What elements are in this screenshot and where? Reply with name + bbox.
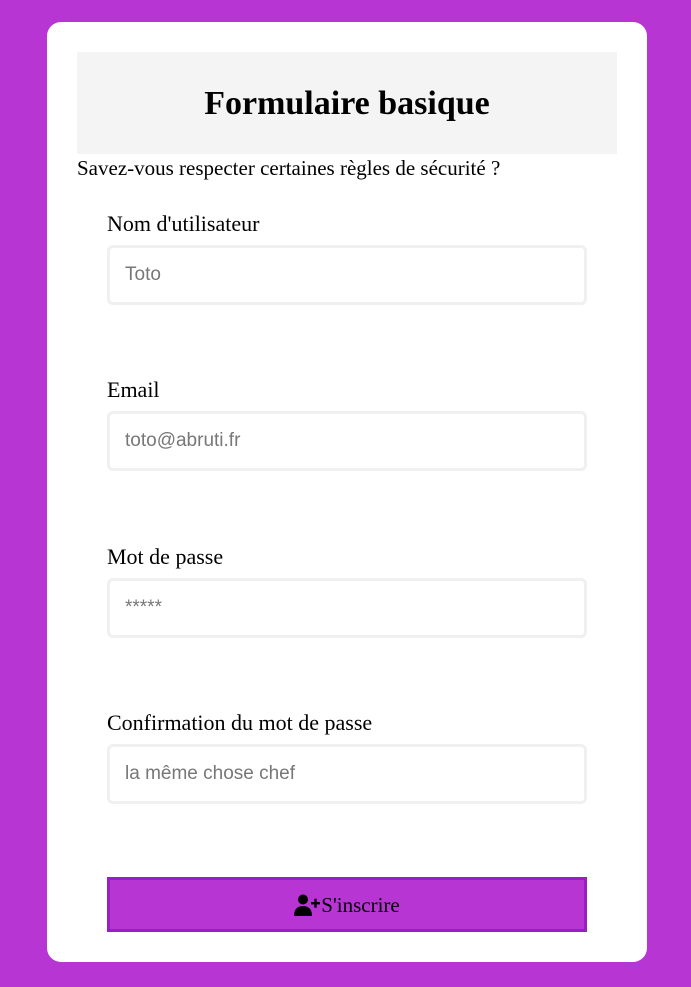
form-title: Formulaire basique [204,85,490,122]
form-card: Formulaire basique Savez-vous respecter … [47,22,647,962]
password-input[interactable] [107,578,587,638]
form-subtitle: Savez-vous respecter certaines règles de… [77,156,501,180]
form-header: Formulaire basique [77,52,617,154]
username-label: Nom d'utilisateur [107,211,260,236]
password-confirm-label: Confirmation du mot de passe [107,710,373,735]
password-confirm-input[interactable] [107,744,587,804]
user-plus-icon [294,894,321,916]
password-label: Mot de passe [107,544,224,569]
email-label: Email [107,377,160,402]
signup-button[interactable]: S'inscrire [107,877,587,932]
email-input[interactable] [107,411,587,471]
signup-button-label: S'inscrire [321,893,400,917]
username-input[interactable] [107,245,587,305]
